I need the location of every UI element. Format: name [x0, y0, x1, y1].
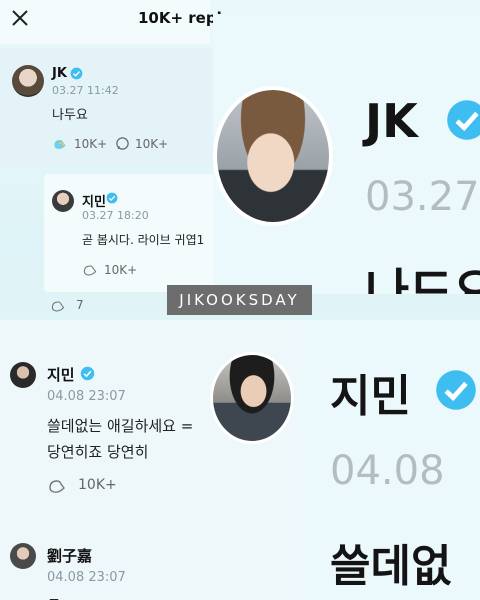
- profile-photo: [213, 86, 333, 226]
- zoomed-timestamp: 03.27: [365, 174, 480, 220]
- comment-timestamp: 03.27 11:42: [52, 84, 119, 97]
- verified-icon: [436, 370, 476, 410]
- like-count: 10K+: [74, 137, 108, 151]
- like-icon[interactable]: [82, 262, 98, 278]
- comment-text: 쓸데없는 애길하세요 =: [47, 417, 194, 435]
- profile-photo: [210, 352, 294, 444]
- comment-author[interactable]: 劉子嘉: [47, 545, 92, 566]
- reply-count: 10K+: [135, 137, 169, 151]
- comment-timestamp: 03.27 18:20: [82, 209, 149, 222]
- comment-author[interactable]: JK: [52, 66, 67, 81]
- avatar[interactable]: [52, 190, 74, 212]
- comment-author[interactable]: 지민: [82, 191, 106, 210]
- zoomed-author: 지민: [330, 371, 411, 422]
- zoomed-text: 나드요: [365, 264, 480, 294]
- zoomed-author: JK: [365, 94, 418, 148]
- close-icon[interactable]: [8, 6, 32, 30]
- avatar[interactable]: [12, 65, 44, 97]
- like-count: 7: [76, 298, 84, 312]
- zoomed-comment-panel: 지민 04.08 쓸데없: [300, 320, 480, 600]
- comment-text: 나두요: [52, 108, 88, 123]
- like-count: 10K+: [104, 263, 138, 277]
- like-icon[interactable]: [50, 298, 66, 314]
- verified-icon: [70, 67, 83, 80]
- like-icon[interactable]: [47, 476, 67, 496]
- avatar[interactable]: [10, 543, 36, 569]
- comment-timestamp: 04.08 23:07: [47, 570, 126, 585]
- page-title: 10K+ repl: [138, 9, 222, 27]
- like-count: 10K+: [78, 477, 117, 493]
- zoomed-text: 쓸데없: [330, 541, 452, 592]
- like-icon[interactable]: [52, 136, 68, 152]
- watermark-banner: JIKOOKSDAY: [167, 285, 312, 315]
- zoomed-timestamp: 04.08: [330, 448, 445, 494]
- comment-text: 당연히죠 당연히: [47, 443, 149, 461]
- comment-author[interactable]: 지민: [47, 364, 75, 385]
- comment-text: ㅈ: [47, 592, 61, 600]
- verified-icon: [106, 192, 118, 204]
- verified-icon: [447, 100, 480, 140]
- comment-timestamp: 04.08 23:07: [47, 389, 126, 404]
- reply-icon[interactable]: [115, 136, 130, 151]
- verified-icon: [80, 366, 95, 381]
- comment-text: 곧 봅시다. 라이브 귀엽1: [82, 233, 205, 247]
- avatar[interactable]: [10, 362, 36, 388]
